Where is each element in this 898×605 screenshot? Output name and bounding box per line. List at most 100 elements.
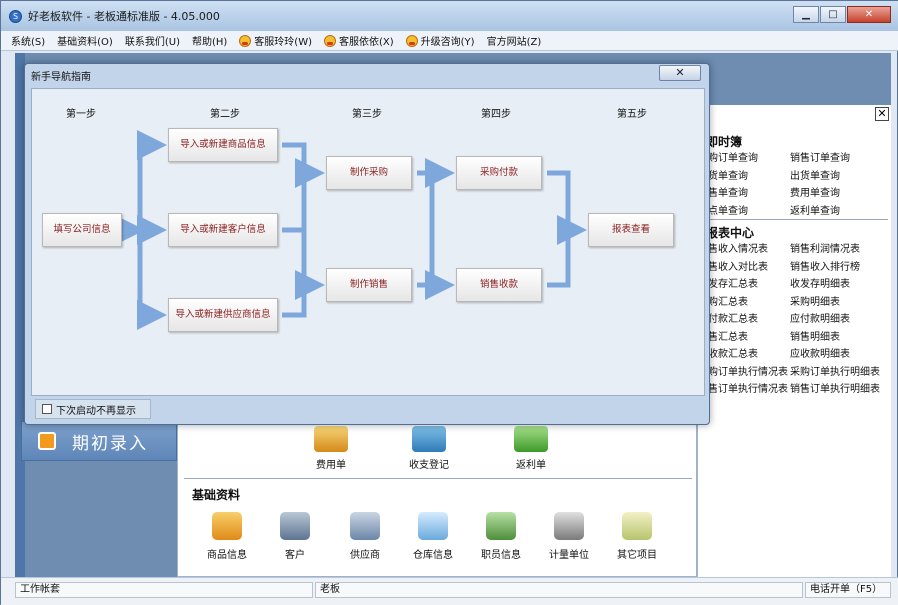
dialog-title: 新手导航指南 (31, 72, 91, 83)
menu-help[interactable]: 帮助(H) (192, 33, 227, 48)
supplier-icon (350, 512, 380, 540)
report-link[interactable]: 销售订单执行情况表 (698, 382, 790, 398)
minimize-button[interactable]: ▁ (793, 6, 819, 23)
purchase-payment-button[interactable]: 采购付款 (456, 156, 542, 190)
report-link[interactable]: 销售收入对比表 (698, 260, 790, 276)
other-items-button[interactable]: 其它项目 (602, 512, 672, 561)
menu-upgrade-consult[interactable]: 升级咨询(Y) (405, 33, 475, 48)
report-link[interactable]: 销售订单执行明细表 (790, 382, 888, 398)
query-link[interactable]: 费用单查询 (790, 186, 888, 202)
menu-basic-data[interactable]: 基础资料(O) (57, 33, 113, 48)
report-link[interactable]: 销售收入排行榜 (790, 260, 888, 276)
report-link[interactable]: 应付款明细表 (790, 312, 888, 328)
no-show-checkbox[interactable] (42, 404, 52, 414)
step-5-label: 第五步 (617, 109, 647, 120)
report-link[interactable]: 应收款明细表 (790, 347, 888, 363)
menu-bar: 系统(S) 基础资料(O) 联系我们(U) 帮助(H) 客服玲玲(W) 客服依依… (1, 31, 898, 51)
report-link[interactable]: 采购订单执行明细表 (790, 365, 888, 381)
dialog-close-button[interactable]: ✕ (659, 65, 701, 81)
menu-support-lingling[interactable]: 客服玲玲(W) (239, 33, 312, 48)
report-links: 销售收入情况表 销售利润情况表 销售收入对比表 销售收入排行榜 收发存汇总表 收发存明细表… (698, 242, 892, 398)
menu-support-yiyi-label: 客服依依(X) (339, 37, 394, 48)
goods-label: 商品信息 (207, 550, 247, 561)
supplier-button[interactable]: 供应商 (330, 512, 400, 561)
sales-receipt-button[interactable]: 销售收款 (456, 268, 542, 302)
right-panel-close-button[interactable]: ✕ (875, 107, 889, 121)
menu-system[interactable]: 系统(S) (11, 33, 45, 48)
menu-help-label: 帮助(H) (191, 37, 228, 48)
menu-basic-data-label: 基础资料(O) (57, 37, 113, 48)
other-items-icon (622, 512, 652, 540)
make-sales-button[interactable]: 制作销售 (326, 268, 412, 302)
report-link[interactable]: 应付款汇总表 (698, 312, 790, 328)
section-divider (184, 478, 692, 479)
menu-support-yiyi[interactable]: 客服依依(X) (324, 33, 394, 48)
query-link[interactable]: 代售单查询 (698, 186, 790, 202)
query-link[interactable]: 销售订单查询 (790, 151, 888, 167)
maximize-button[interactable]: □ (820, 6, 846, 23)
menu-support-lingling-label: 客服玲玲(W) (254, 37, 312, 48)
menu-contact-us[interactable]: 联系我们(U) (125, 33, 180, 48)
income-expense-label: 收支登记 (409, 460, 449, 471)
basic-data-row: 商品信息 客户 供应商 仓库信息 职员信息 计量单位 其它项目 (178, 508, 698, 568)
goods-button[interactable]: 商品信息 (192, 512, 262, 561)
warehouse-icon (418, 512, 448, 540)
query-link[interactable]: 进货单查询 (698, 169, 790, 185)
income-expense-button[interactable]: 收支登记 (394, 426, 464, 471)
report-link[interactable]: 销售汇总表 (698, 330, 790, 346)
report-title: 报表中心 (706, 226, 755, 240)
report-link[interactable]: 收发存汇总表 (698, 277, 790, 293)
report-divider (702, 219, 888, 220)
rebate-label: 返利单 (516, 460, 546, 471)
staff-label: 职员信息 (481, 550, 521, 561)
staff-icon (486, 512, 516, 540)
report-section: 报表中心 销售收入情况表 销售利润情况表 销售收入对比表 销售收入排行榜 收发存汇总表收… (698, 217, 892, 398)
customer-info-button[interactable]: 导入或新建客户信息 (168, 213, 278, 247)
unit-label: 计量单位 (549, 550, 589, 561)
menu-contact-us-label: 联系我们(U) (124, 37, 180, 48)
query-link[interactable]: 出货单查询 (790, 169, 888, 185)
expense-label: 费用单 (316, 460, 346, 471)
report-link[interactable]: 销售明细表 (790, 330, 888, 346)
window-title: 好老板软件 - 老板通标准版 - 4.05.000 (28, 10, 220, 23)
customer-button[interactable]: 客户 (260, 512, 330, 561)
report-link[interactable]: 采购订单执行情况表 (698, 365, 790, 381)
menu-official-site[interactable]: 官方网站(Z) (487, 33, 542, 48)
expense-button[interactable]: 费用单 (296, 426, 366, 471)
center-panel: 费用单 收支登记 返利单 基础资料 商品信息 客户 供应商 仓库信息 职员信息 … (177, 419, 697, 577)
make-purchase-button[interactable]: 制作采购 (326, 156, 412, 190)
close-button[interactable]: ✕ (847, 6, 891, 23)
company-info-button[interactable]: 填写公司信息 (42, 213, 122, 247)
dialog-footer: 下次启动不再显示 (31, 398, 705, 420)
rebate-button[interactable]: 返利单 (496, 426, 566, 471)
step-1-label: 第一步 (66, 109, 96, 120)
step-4-label: 第四步 (481, 109, 511, 120)
warehouse-button[interactable]: 仓库信息 (398, 512, 468, 561)
staff-button[interactable]: 职员信息 (466, 512, 536, 561)
guide-flow-area: 第一步 第二步 第三步 第四步 第五步 填写公司信息 导入或新建商品信息 导入或… (31, 88, 705, 396)
status-phone-order[interactable]: 电话开单（F5） (805, 582, 891, 598)
window-controls: ▁ □ ✕ (792, 6, 891, 23)
goods-info-button[interactable]: 导入或新建商品信息 (168, 128, 278, 162)
report-link[interactable]: 销售收入情况表 (698, 242, 790, 258)
supplier-info-button[interactable]: 导入或新建供应商信息 (168, 298, 278, 332)
initial-entry-icon (38, 432, 56, 450)
no-show-option[interactable]: 下次启动不再显示 (35, 399, 151, 419)
step-2-label: 第二步 (210, 109, 240, 120)
view-reports-button[interactable]: 报表查看 (588, 213, 674, 247)
menu-system-label: 系统(S) (11, 37, 46, 48)
unit-button[interactable]: 计量单位 (534, 512, 604, 561)
main-window: S 好老板软件 - 老板通标准版 - 4.05.000 ▁ □ ✕ 系统(S) … (0, 0, 898, 605)
initial-entry-button[interactable]: 期初录入 (21, 421, 177, 461)
support-agent-icon (324, 34, 336, 47)
beginner-guide-dialog: 新手导航指南 ✕ 第一步 第二步 第三步 第四步 第五步 填写公司信息 导入或新… (24, 63, 710, 425)
status-bar: 工作帐套 老板 电话开单（F5） (1, 577, 898, 605)
report-link[interactable]: 收发存明细表 (790, 277, 888, 293)
customer-icon (280, 512, 310, 540)
action-row: 费用单 收支登记 返利单 (178, 420, 698, 478)
report-link[interactable]: 销售利润情况表 (790, 242, 888, 258)
report-link[interactable]: 采购汇总表 (698, 295, 790, 311)
report-link[interactable]: 应收款汇总表 (698, 347, 790, 363)
report-link[interactable]: 采购明细表 (790, 295, 888, 311)
query-link[interactable]: 采购订单查询 (698, 151, 790, 167)
